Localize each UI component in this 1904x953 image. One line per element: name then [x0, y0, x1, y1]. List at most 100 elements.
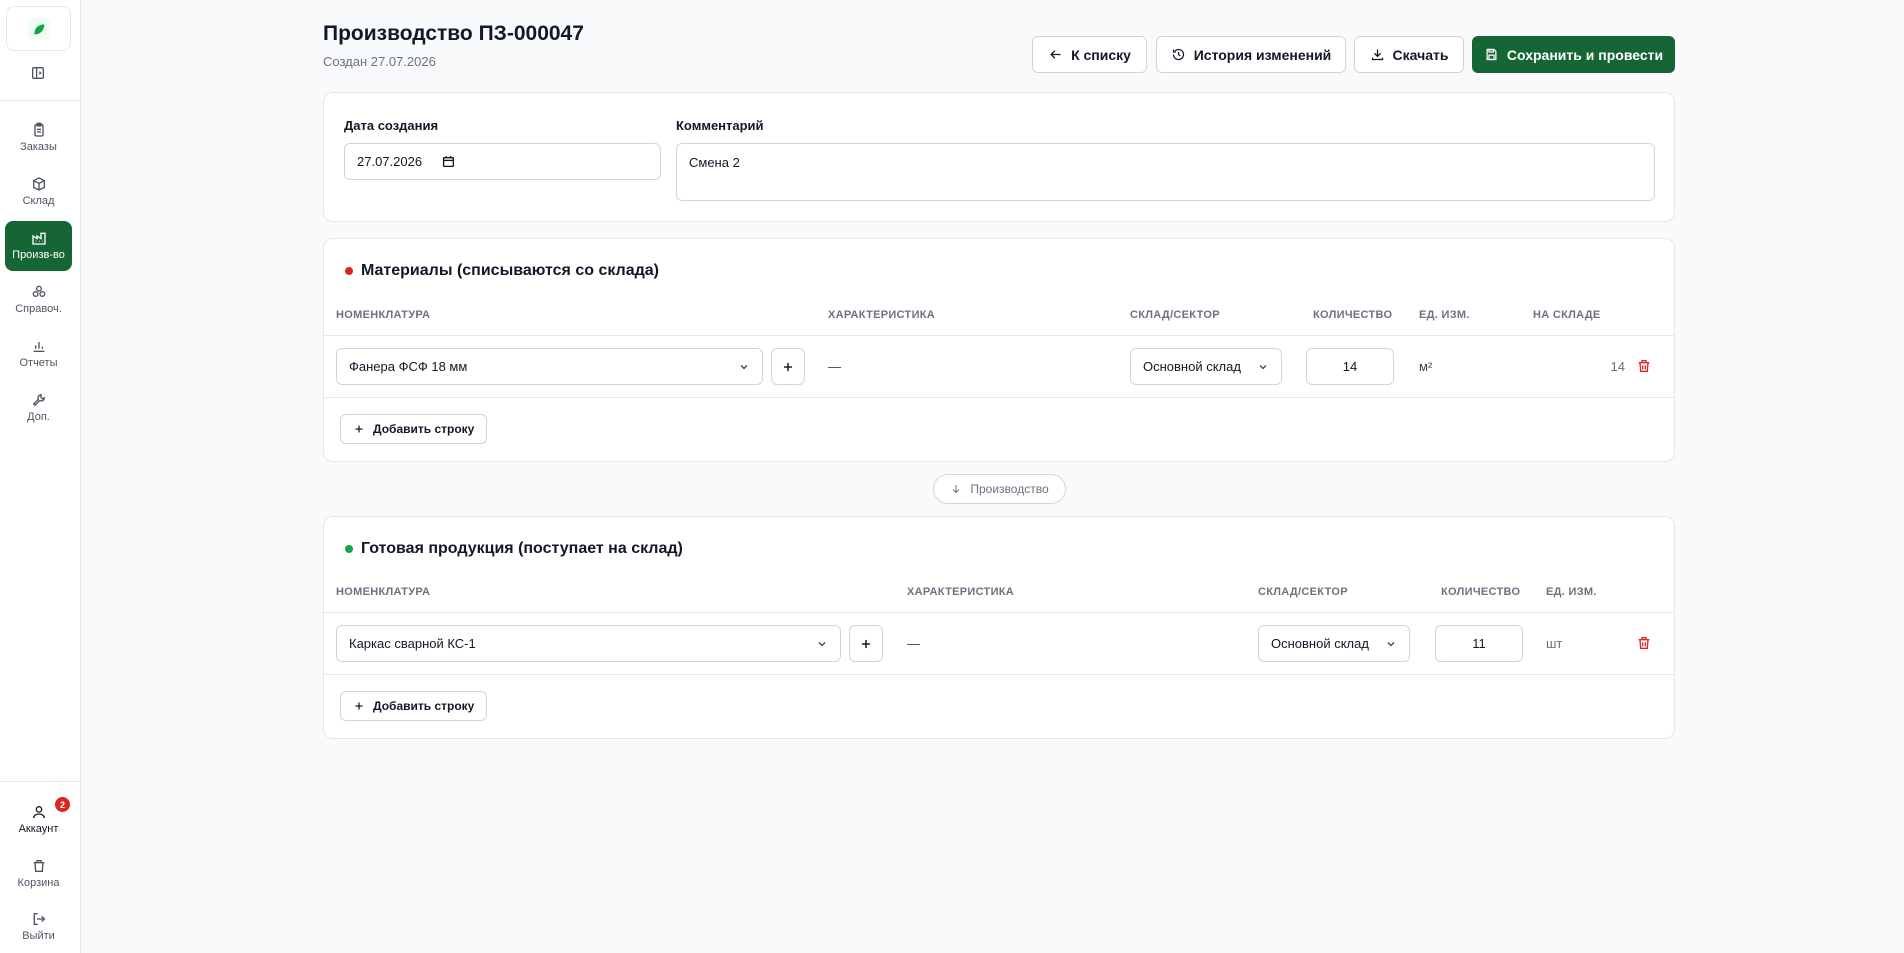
plus-icon	[861, 639, 871, 648]
materials-status-dot	[345, 267, 353, 275]
sidebar-item-label: Аккаунт	[18, 823, 59, 835]
characteristic-value: —	[828, 359, 841, 374]
table-divider	[324, 674, 1674, 675]
add-row-label: Добавить строку	[373, 422, 475, 436]
arrow-down-icon	[953, 485, 960, 494]
history-icon	[1172, 48, 1184, 61]
sidebar-item-label: Справоч.	[15, 303, 62, 315]
column-header: НОМЕНКЛАТУРА	[336, 586, 431, 598]
unit-value: м²	[1419, 359, 1433, 374]
logout-icon	[33, 913, 45, 925]
add-item-button[interactable]	[849, 625, 883, 662]
factory-icon	[31, 232, 46, 245]
page-subtitle: Создан 27.07.2026	[323, 54, 436, 69]
sidebar-toggle-icon[interactable]	[29, 64, 47, 82]
chevron-down-icon	[818, 641, 826, 646]
products-card: Готовая продукция (поступает на склад) Н…	[323, 516, 1675, 739]
download-icon	[1371, 49, 1383, 61]
plus-icon	[355, 702, 363, 710]
table-divider	[324, 335, 1674, 336]
column-header: СКЛАД/СЕКТОР	[1130, 309, 1220, 321]
back-to-list-button[interactable]: К списку	[1032, 36, 1147, 73]
trash-icon	[33, 860, 44, 872]
back-to-list-label: К списку	[1071, 46, 1131, 63]
comment-textarea[interactable]: Смена 2	[676, 143, 1655, 201]
leaf-icon	[27, 17, 50, 40]
save-and-post-label: Сохранить и провести	[1506, 46, 1664, 63]
column-header: НОМЕНКЛАТУРА	[336, 309, 431, 321]
user-icon	[32, 806, 45, 819]
sidebar-item-production[interactable]: Произв-во	[5, 221, 72, 271]
unit-value: шт	[1546, 636, 1563, 651]
history-button[interactable]: История изменений	[1156, 36, 1346, 73]
notification-badge: 2	[55, 797, 70, 812]
bar-chart-icon	[33, 342, 44, 352]
quantity-input[interactable]: 11	[1435, 625, 1523, 662]
history-label: История изменений	[1193, 46, 1332, 63]
products-title-text: Готовая продукция (поступает на склад)	[361, 540, 683, 557]
quantity-input[interactable]: 14	[1306, 348, 1394, 385]
sidebar-item-warehouse[interactable]: Склад	[5, 167, 72, 217]
save-and-post-button[interactable]: Сохранить и провести	[1472, 36, 1675, 73]
sidebar-item-orders[interactable]: Заказы	[5, 113, 72, 163]
delete-row-icon[interactable]	[1636, 358, 1652, 374]
comment-value: Смена 2	[689, 155, 740, 170]
sidebar-item-extra[interactable]: Доп.	[5, 383, 72, 433]
column-header: ХАРАКТЕРИСТИКА	[828, 309, 936, 321]
download-label: Скачать	[1392, 46, 1449, 63]
calendar-icon[interactable]	[442, 155, 455, 168]
add-product-row-button[interactable]: Добавить строку	[340, 691, 488, 721]
sidebar-item-label: Произв-во	[12, 249, 65, 261]
sidebar-item-trash[interactable]: Корзина	[5, 849, 72, 899]
column-header: НА СКЛАДЕ	[1533, 309, 1601, 321]
sidebar-item-references[interactable]: Справоч.	[5, 275, 72, 325]
date-label: Дата создания	[344, 118, 439, 133]
in-stock-value: 14	[1610, 359, 1625, 374]
date-input[interactable]: 27.07.2026	[344, 143, 661, 180]
column-header: ЕД. ИЗМ.	[1419, 309, 1470, 321]
sidebar-item-label: Доп.	[27, 411, 50, 423]
package-icon	[32, 177, 45, 191]
chevron-down-icon	[1259, 364, 1267, 369]
column-header: КОЛИЧЕСТВО	[1313, 309, 1393, 321]
products-status-dot	[345, 545, 353, 553]
add-item-button[interactable]	[771, 348, 805, 385]
sidebar-item-label: Корзина	[17, 877, 60, 889]
item-value: Каркас сварной КС-1	[349, 636, 476, 651]
delete-row-icon[interactable]	[1636, 635, 1652, 651]
production-divider-pill: Производство	[933, 474, 1066, 504]
document-form-card: Дата создания 27.07.2026 Комментарий Сме…	[323, 92, 1675, 222]
materials-card: Материалы (списываются со склада) НОМЕНК…	[323, 238, 1675, 462]
date-value: 27.07.2026	[357, 154, 423, 169]
warehouse-select[interactable]: Основной склад	[1130, 348, 1282, 385]
item-select[interactable]: Фанера ФСФ 18 мм	[336, 348, 763, 385]
column-header: ЕД. ИЗМ.	[1546, 586, 1597, 598]
app-logo[interactable]	[6, 6, 71, 51]
chevron-down-icon	[740, 364, 748, 369]
sidebar-item-reports[interactable]: Отчеты	[5, 329, 72, 379]
comment-label: Комментарий	[676, 118, 764, 133]
sidebar-item-logout[interactable]: Выйти	[5, 902, 72, 952]
sidebar-item-label: Выйти	[22, 930, 55, 942]
sidebar-divider	[0, 781, 81, 782]
download-button[interactable]: Скачать	[1354, 36, 1464, 73]
item-value: Фанера ФСФ 18 мм	[349, 359, 468, 374]
warehouse-value: Основной склад	[1143, 359, 1241, 374]
chevron-down-icon	[1387, 641, 1395, 646]
item-select[interactable]: Каркас сварной КС-1	[336, 625, 841, 662]
plus-icon	[355, 425, 363, 433]
arrow-left-icon	[1050, 50, 1061, 59]
add-material-row-button[interactable]: Добавить строку	[340, 414, 488, 444]
products-section-title: Готовая продукция (поступает на склад)	[345, 540, 683, 558]
sidebar-item-label: Склад	[22, 195, 55, 207]
clipboard-icon	[33, 122, 44, 137]
materials-section-title: Материалы (списываются со склада)	[345, 262, 659, 280]
materials-title-text: Материалы (списываются со склада)	[361, 262, 659, 279]
production-label: Производство	[970, 482, 1049, 496]
table-divider	[324, 612, 1674, 613]
characteristic-value: —	[907, 636, 920, 651]
sidebar-item-label: Отчеты	[19, 357, 58, 369]
sidebar-divider	[0, 100, 81, 101]
plus-icon	[783, 362, 793, 371]
warehouse-select[interactable]: Основной склад	[1258, 625, 1410, 662]
